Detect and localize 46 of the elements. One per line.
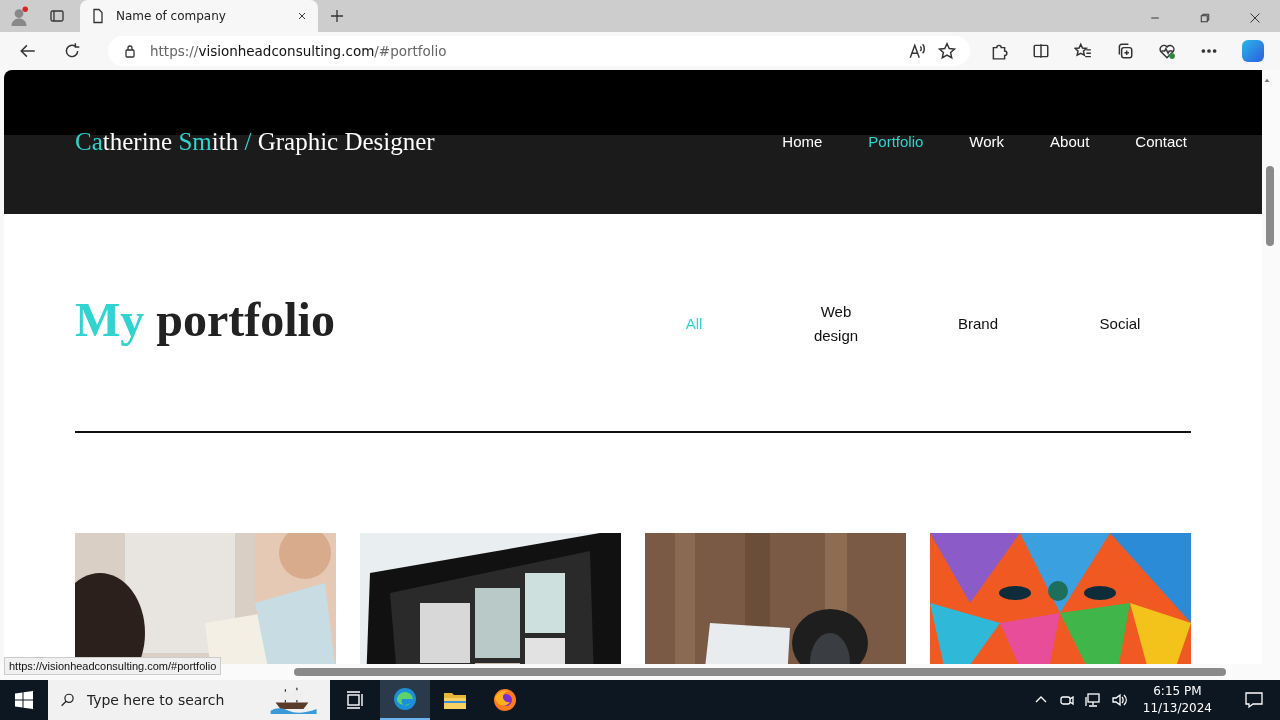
search-box[interactable]: Type here to search (48, 680, 330, 720)
refresh-icon[interactable] (63, 42, 81, 60)
favorites-icon[interactable] (1074, 42, 1092, 60)
close-icon[interactable] (296, 10, 308, 22)
status-url-tooltip: https://visionheadconsulting.com/#portfolio (4, 657, 222, 675)
back-icon[interactable] (19, 42, 37, 60)
read-aloud-icon[interactable] (908, 42, 926, 60)
search-field[interactable]: Type here to search (84, 691, 259, 709)
site-logo[interactable]: Catherine Smith / Graphic Designer (75, 126, 435, 158)
windows-icon[interactable] (15, 691, 33, 709)
favorite-icon[interactable] (938, 42, 956, 60)
browser-tab[interactable]: Name of company (80, 0, 318, 32)
copilot-icon[interactable] (1242, 40, 1264, 62)
section-heading: My portfolio (75, 292, 335, 348)
scrollbar-thumb[interactable] (1266, 166, 1274, 246)
nav-link[interactable]: Contact (1135, 126, 1187, 158)
filter-tab[interactable]: Web design (804, 300, 868, 348)
task-view-icon[interactable] (345, 690, 365, 710)
nav-link[interactable]: About (1050, 126, 1090, 158)
filter-tab[interactable]: Social (1099, 300, 1141, 348)
extensions-icon[interactable] (990, 42, 1008, 60)
profile-icon[interactable] (9, 6, 29, 26)
tab-actions-icon[interactable] (49, 8, 65, 24)
network-icon[interactable] (1084, 692, 1101, 708)
collections-icon[interactable] (1116, 42, 1134, 60)
address-bar[interactable]: https://visionheadconsulting.com/#portfolio (108, 36, 970, 66)
nav-link[interactable]: Portfolio (868, 126, 924, 158)
restore-icon[interactable] (1199, 12, 1211, 24)
firefox-icon[interactable] (493, 688, 517, 712)
heart-pulse-icon[interactable] (1158, 42, 1176, 60)
clock-time[interactable]: 6:15 PM (1142, 683, 1212, 700)
filter-tab[interactable]: Brand (958, 300, 998, 348)
page-icon[interactable] (90, 8, 106, 24)
volume-icon[interactable] (1110, 692, 1127, 708)
edge-icon[interactable] (393, 687, 417, 711)
lock-icon[interactable] (122, 43, 138, 59)
nav-link[interactable]: Home (782, 126, 823, 158)
scrollbar-thumb[interactable] (294, 668, 1226, 676)
close-icon[interactable] (1249, 12, 1261, 24)
new-tab-icon[interactable] (329, 8, 345, 24)
clock-date[interactable]: 11/13/2024 (1142, 700, 1212, 717)
folder-icon[interactable] (443, 690, 467, 710)
search-icon (60, 691, 75, 709)
notification-icon[interactable] (1244, 690, 1264, 710)
split-screen-icon[interactable] (1032, 42, 1050, 60)
nav-link[interactable]: Work (969, 126, 1005, 158)
